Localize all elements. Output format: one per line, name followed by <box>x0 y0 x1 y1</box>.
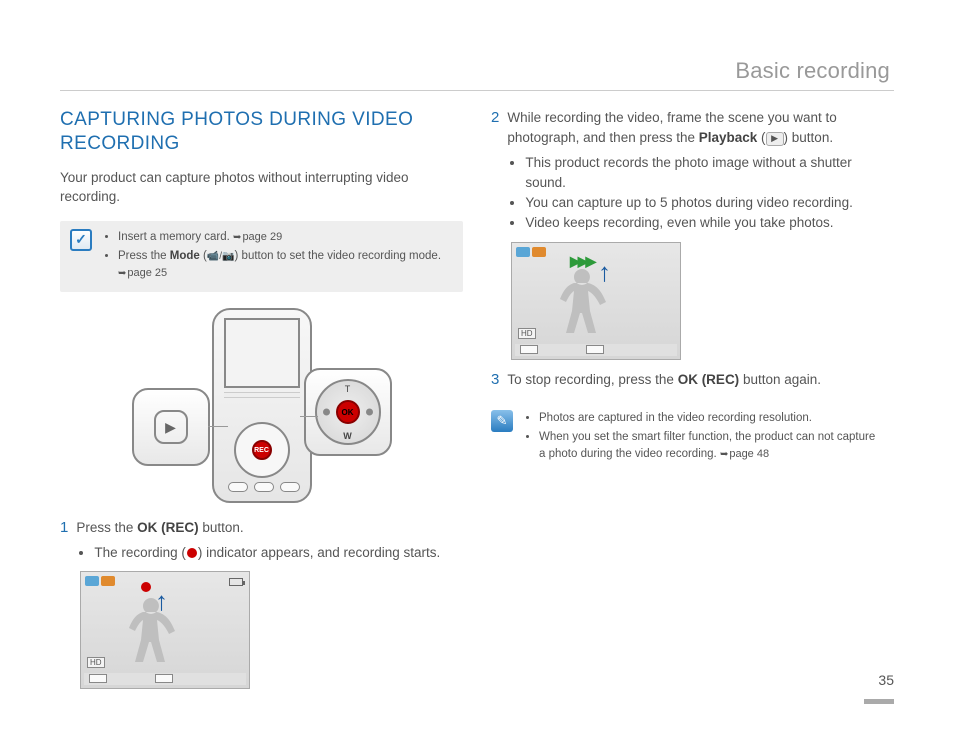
video-mode-icon: 📹/📷 <box>207 251 235 262</box>
bar-button <box>520 345 538 354</box>
text: Insert a memory card. <box>118 231 233 243</box>
device-screen <box>224 318 300 388</box>
playback-button-callout: ▶ <box>132 388 210 466</box>
note-icon: ✎ <box>491 410 513 432</box>
status-tag <box>516 247 530 257</box>
device-label-band <box>224 392 300 398</box>
device-button <box>254 482 274 492</box>
intro-text: Your product can capture photos without … <box>60 168 463 207</box>
page-ref: page 25 <box>118 267 167 279</box>
note-item: Photos are captured in the video recordi… <box>539 410 884 427</box>
chapter-title: Basic recording <box>735 58 890 84</box>
note-box: ✎ Photos are captured in the video recor… <box>491 402 894 474</box>
device-button <box>228 482 248 492</box>
text: To stop recording, press the <box>507 372 677 387</box>
page-ref: page 29 <box>233 231 282 243</box>
status-icons <box>516 247 546 257</box>
text: ) indicator appears, and recording start… <box>198 545 440 560</box>
screen-mock-capture: ▶▶▶ ↑ HD <box>511 242 681 360</box>
right-column: 2 While recording the video, frame the s… <box>491 108 894 690</box>
step-body: Press the OK (REC) button. The recording… <box>76 518 463 563</box>
step-2: 2 While recording the video, frame the s… <box>491 108 894 234</box>
step-bullet: This product records the photo image wit… <box>525 153 894 194</box>
callout-leader <box>208 426 228 427</box>
hd-badge: HD <box>87 657 105 668</box>
step-body: While recording the video, frame the sce… <box>507 108 894 234</box>
header-rule <box>60 90 894 91</box>
step-bullet: You can capture up to 5 photos during vi… <box>525 193 894 213</box>
text: button. <box>199 520 244 535</box>
prereq-item: Insert a memory card. page 29 <box>118 229 453 246</box>
device-dpad: REC <box>234 422 290 478</box>
text: Press the <box>118 250 170 262</box>
screen-mock-recording: ↑ HD <box>80 571 250 689</box>
step-bullet: Video keeps recording, even while you ta… <box>525 213 894 233</box>
note-list: Photos are captured in the video recordi… <box>523 410 884 466</box>
step-bullet: The recording ( ) indicator appears, and … <box>94 543 463 563</box>
section-heading: CAPTURING PHOTOS DURING VIDEO RECORDING <box>60 108 463 156</box>
text: The recording ( <box>94 545 186 560</box>
page-number-bar <box>864 699 894 704</box>
ok-button-callout: T OK W <box>304 368 392 456</box>
prerequisite-list: Insert a memory card. page 29 Press the … <box>102 229 453 285</box>
text: ( <box>757 130 765 145</box>
step-3: 3 To stop recording, press the OK (REC) … <box>491 370 894 390</box>
arrow-up-icon: ↑ <box>155 586 168 617</box>
rec-button-small: REC <box>252 440 272 460</box>
hd-badge: HD <box>518 328 536 339</box>
control-wheel: T OK W <box>315 379 381 445</box>
playback-icon: ▶ <box>154 410 188 444</box>
arrow-up-icon: ↑ <box>598 257 611 288</box>
status-tag <box>532 247 546 257</box>
device-illustration: REC ▶ T OK W <box>132 308 392 508</box>
device-button <box>280 482 300 492</box>
step-1: 1 Press the OK (REC) button. The recordi… <box>60 518 463 563</box>
subject-figure <box>121 590 181 670</box>
text: ) button to set the video recording mode… <box>235 250 441 262</box>
content-columns: CAPTURING PHOTOS DURING VIDEO RECORDING … <box>60 108 894 690</box>
ok-rec-button: OK <box>336 400 360 424</box>
page-number: 35 <box>878 672 894 688</box>
ok-rec-label: OK (REC) <box>678 372 740 387</box>
prerequisite-box: ✓ Insert a memory card. page 29 Press th… <box>60 221 463 293</box>
text: Press the <box>76 520 137 535</box>
mode-label: Mode <box>170 250 200 262</box>
playback-icon: ▶ <box>766 132 784 146</box>
text: button again. <box>739 372 821 387</box>
zoom-tele-label: T <box>345 384 351 394</box>
text: ( <box>200 250 207 262</box>
wheel-dot <box>366 409 373 416</box>
page-ref: page 48 <box>720 448 769 460</box>
device-body: REC <box>212 308 312 503</box>
page: Basic recording CAPTURING PHOTOS DURING … <box>0 0 954 730</box>
callout-leader <box>300 416 318 417</box>
status-tag <box>101 576 115 586</box>
battery-icon <box>229 578 243 586</box>
bottom-bar <box>515 344 677 356</box>
status-tag <box>85 576 99 586</box>
bottom-bar <box>84 673 246 685</box>
checkmark-icon: ✓ <box>70 229 92 251</box>
step-body: To stop recording, press the OK (REC) bu… <box>507 370 894 390</box>
record-indicator-icon <box>187 548 197 558</box>
prereq-item: Press the Mode (📹/📷) button to set the v… <box>118 248 453 283</box>
status-icons <box>85 576 115 586</box>
left-column: CAPTURING PHOTOS DURING VIDEO RECORDING … <box>60 108 463 690</box>
ok-rec-label: OK (REC) <box>137 520 199 535</box>
step-number: 2 <box>491 108 499 234</box>
note-item: When you set the smart filter function, … <box>539 429 884 464</box>
step-number: 3 <box>491 370 499 390</box>
bar-button <box>89 674 107 683</box>
step-number: 1 <box>60 518 68 563</box>
playback-label: Playback <box>699 130 758 145</box>
zoom-wide-label: W <box>343 431 352 441</box>
bar-button <box>155 674 173 683</box>
text: When you set the smart filter function, … <box>539 431 875 460</box>
wheel-dot <box>323 409 330 416</box>
bar-button <box>586 345 604 354</box>
text: ) button. <box>784 130 834 145</box>
